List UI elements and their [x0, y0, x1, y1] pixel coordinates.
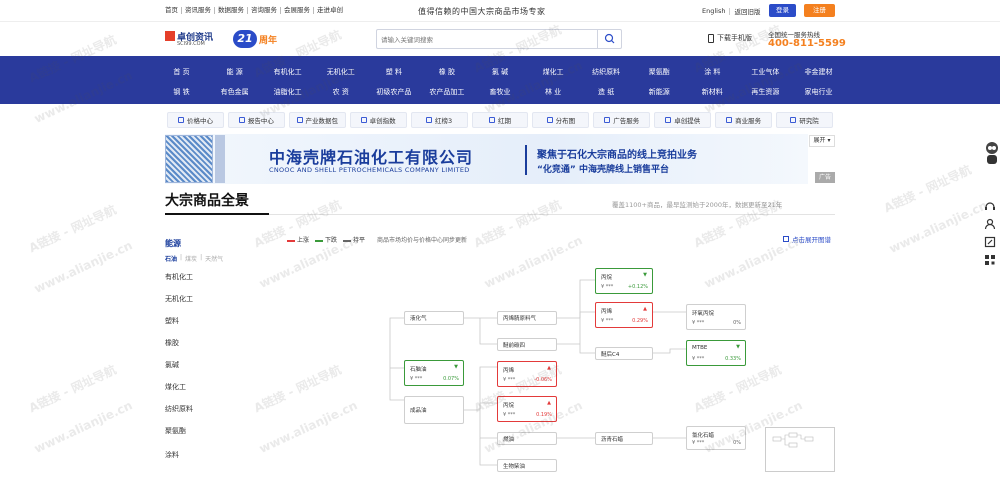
chain-node[interactable]: 成品油	[404, 396, 464, 424]
user-icon[interactable]	[984, 218, 996, 230]
chain-node[interactable]: 氯化石蜡 ¥ *** 0%	[686, 426, 746, 450]
chain-node[interactable]: 生物柴油	[497, 459, 557, 472]
chain-node[interactable]: 丙烯腈原料气	[497, 311, 557, 325]
chain-node[interactable]: 液化气	[404, 311, 464, 325]
assistant-robot-icon[interactable]	[981, 139, 1000, 167]
chain-node[interactable]: 石脑油 ▼ ¥ *** 0.07%	[404, 360, 464, 386]
diagram-minimap[interactable]	[765, 427, 835, 472]
chain-node[interactable]: 醚后C4	[595, 347, 653, 360]
edit-icon[interactable]	[984, 236, 996, 248]
chain-node[interactable]: 燃油	[497, 432, 557, 445]
chain-node[interactable]: 丙烯 ▲ ¥ *** 0.29%	[595, 302, 653, 328]
chain-node[interactable]: 丙烷 ▲ ¥ *** 0.19%	[497, 396, 557, 422]
chain-node[interactable]: 沥青石蜡	[595, 432, 653, 445]
chain-node[interactable]: MTBE ▼ ¥ *** 0.33%	[686, 340, 746, 366]
chain-node[interactable]: 丙烯 ▲ ¥ *** -0.06%	[497, 361, 557, 387]
chain-node[interactable]: 丙烷 ▼ ¥ *** +0.12%	[595, 268, 653, 294]
chain-node[interactable]: 环氧丙烷 ¥ *** 0%	[686, 304, 746, 330]
chain-node[interactable]: 醚前碳四	[497, 338, 557, 351]
qr-icon[interactable]	[984, 254, 996, 266]
headset-icon[interactable]	[984, 200, 996, 212]
